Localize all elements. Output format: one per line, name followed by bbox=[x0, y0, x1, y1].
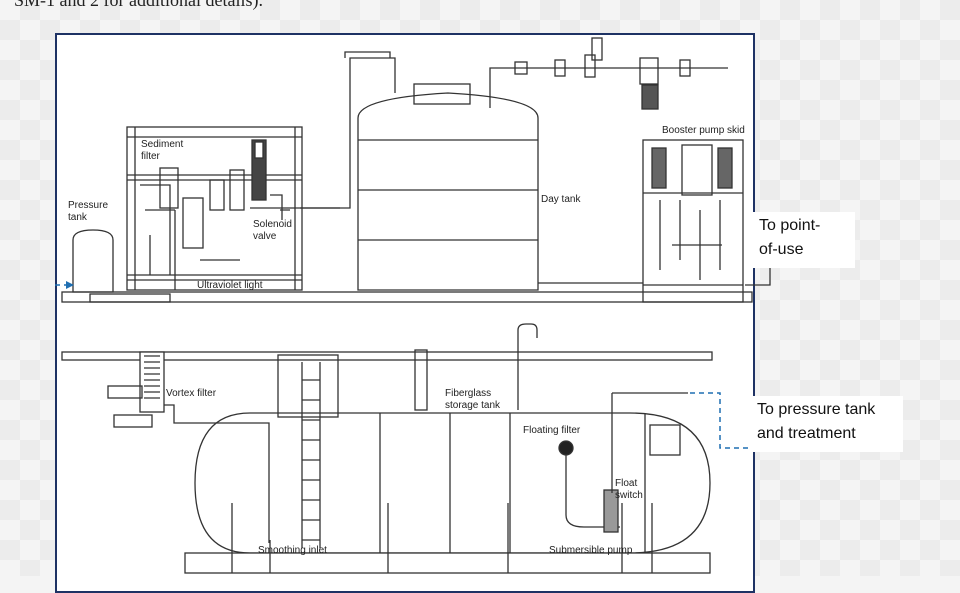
label-float-switch: Float switch bbox=[615, 478, 643, 501]
label-pressure-tank: Pressure tank bbox=[68, 200, 109, 223]
booster-pump-skid bbox=[642, 139, 744, 303]
label-booster-pump-skid: Booster pump skid bbox=[662, 125, 745, 136]
label-day-tank: Day tank bbox=[541, 194, 581, 205]
callout-point-of-use: To point- of-use bbox=[753, 212, 855, 268]
day-tank bbox=[357, 83, 539, 291]
label-ultraviolet-light: Ultraviolet light bbox=[197, 280, 263, 291]
pipe-rack-to-daytank bbox=[300, 57, 396, 209]
system-schematic bbox=[55, 37, 800, 574]
label-smoothing-inlet: Smoothing inlet bbox=[258, 545, 327, 556]
valve-manifold bbox=[489, 37, 728, 110]
vortex-filter bbox=[107, 351, 270, 543]
label-fiberglass-storage-tank: Fiberglass storage tank bbox=[445, 388, 501, 411]
label-submersible-pump: Submersible pump bbox=[549, 545, 633, 556]
sediment-filter-unit bbox=[140, 167, 245, 290]
label-floating-filter: Floating filter bbox=[523, 425, 581, 436]
pressure-tank-shape bbox=[72, 229, 114, 293]
callout-pressure-tank-treatment: To pressure tank and treatment bbox=[751, 396, 903, 452]
access-ladder bbox=[277, 354, 339, 548]
label-sediment-filter: Sediment filter bbox=[141, 139, 184, 162]
vent-pipe bbox=[517, 323, 538, 410]
label-vortex-filter: Vortex filter bbox=[166, 388, 217, 399]
label-solenoid-valve: Solenoid valve bbox=[253, 219, 292, 242]
floating-filter-assembly bbox=[558, 392, 688, 533]
